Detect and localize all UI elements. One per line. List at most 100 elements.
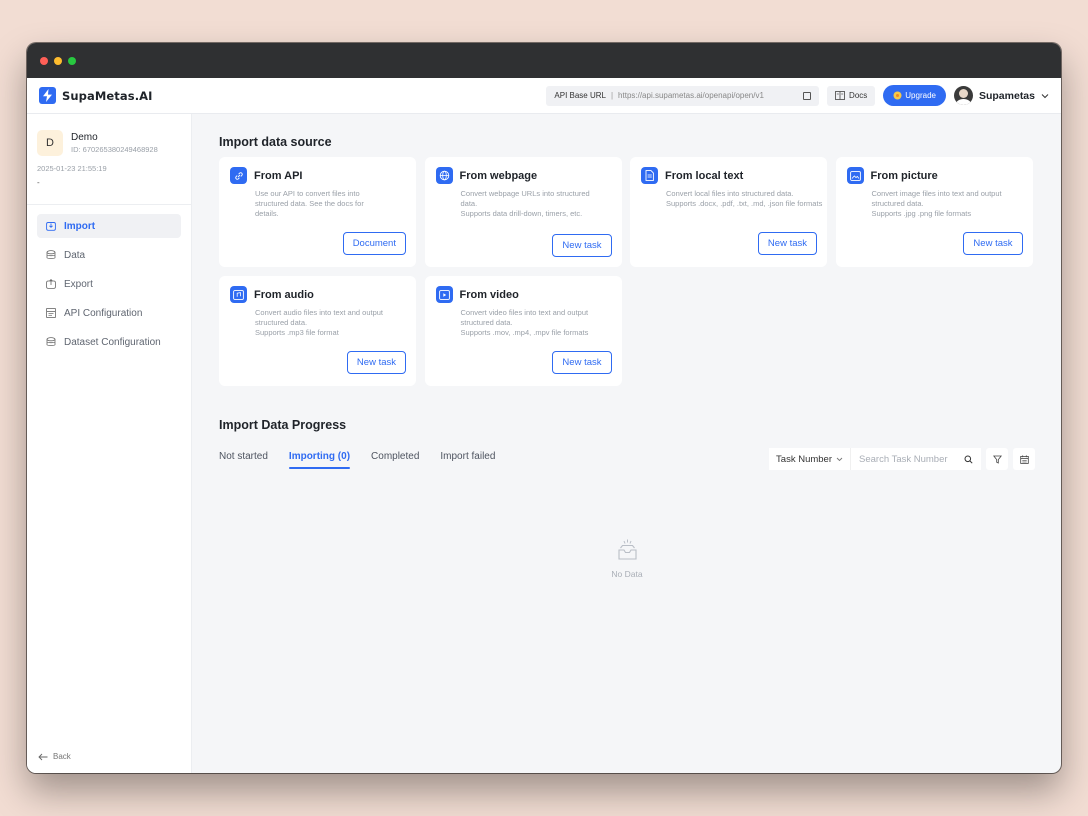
sidebar-nav: Import Data Export API Configuration Dat… (27, 214, 191, 354)
sidebar-item-import[interactable]: Import (37, 214, 181, 238)
tab-importing[interactable]: Importing (0) (288, 449, 351, 469)
progress-tabs-row: Not started Importing (0) Completed Impo… (219, 448, 1035, 470)
card-title: From audio (254, 288, 314, 301)
docs-button[interactable]: Docs (827, 85, 876, 106)
task-search-field[interactable]: Search Task Number (851, 448, 981, 470)
sidebar-item-label: Import (64, 220, 96, 232)
database-icon (46, 250, 56, 259)
import-section-title: Import data source (219, 135, 332, 149)
empty-state-text: No Data (611, 569, 643, 579)
close-window-button[interactable] (40, 56, 48, 65)
brand-name: SupaMetas.AI (62, 88, 153, 103)
tab-completed[interactable]: Completed (371, 449, 419, 469)
docs-button-label: Docs (849, 91, 868, 100)
sidebar-item-label: Export (64, 278, 93, 290)
chevron-down-icon (1041, 93, 1049, 98)
empty-inbox-icon (618, 539, 637, 560)
sidebar-item-label: Data (64, 249, 86, 261)
api-base-url-label: API Base URL (554, 91, 606, 100)
card-description: Convert video files into text and output… (460, 308, 589, 337)
calendar-button[interactable] (1013, 448, 1035, 470)
search-icon[interactable] (964, 455, 973, 464)
video-icon (435, 286, 453, 303)
card-description: Convert image files into text and output… (871, 189, 1002, 218)
task-number-select[interactable]: Task Number (769, 448, 851, 470)
copy-icon[interactable] (803, 91, 812, 100)
upgrade-button-label: Upgrade (905, 91, 936, 100)
document-icon (641, 167, 658, 184)
import-source-cards: From API Use our API to convert files in… (219, 157, 1035, 386)
workspace-extra: - (37, 178, 40, 187)
new-task-button[interactable]: New task (757, 232, 817, 255)
workspace-date: 2025-01-23 21:55:19 (37, 164, 107, 173)
workspace-name: Demo (71, 132, 98, 143)
api-base-url-value: https://api.supametas.ai/openapi/open/v1 (618, 91, 764, 100)
workspace-id: ID: 670265380249468928 (71, 145, 158, 154)
api-config-icon (46, 308, 56, 318)
card-from-video: From video Convert video files into text… (424, 276, 622, 386)
tab-not-started[interactable]: Not started (219, 449, 268, 469)
card-description: Use our API to convert files into struct… (255, 189, 364, 218)
card-title: From picture (870, 169, 938, 182)
empty-state: No Data (193, 539, 1061, 579)
sidebar-item-label: Dataset Configuration (64, 336, 161, 348)
sidebar-item-data[interactable]: Data (37, 243, 181, 267)
workspace-avatar: D (37, 130, 63, 156)
sidebar-item-export[interactable]: Export (37, 272, 181, 296)
audio-icon (230, 286, 247, 303)
new-task-button[interactable]: New task (552, 351, 612, 374)
filter-icon (992, 455, 1002, 464)
workspace-profile: D Demo ID: 670265380249468928 (27, 114, 191, 156)
import-icon (46, 222, 56, 231)
bolt-icon (39, 87, 56, 104)
task-search-input[interactable]: Search Task Number (859, 454, 948, 465)
card-title: From local text (665, 169, 744, 182)
card-from-picture: From picture Convert image files into te… (835, 157, 1033, 267)
new-task-button[interactable]: New task (552, 234, 612, 257)
arrow-left-icon (38, 753, 48, 760)
image-icon (846, 167, 864, 184)
card-title: From API (254, 169, 303, 182)
progress-section-title: Import Data Progress (219, 418, 347, 432)
sidebar-item-api-configuration[interactable]: API Configuration (37, 301, 181, 325)
top-navigation-bar: SupaMetas.AI API Base URL | https://api.… (27, 78, 1061, 114)
api-base-url-separator: | (610, 91, 614, 100)
sidebar-divider (27, 204, 191, 205)
brand-logo[interactable]: SupaMetas.AI (39, 87, 153, 104)
user-avatar (953, 86, 973, 105)
sidebar-item-label: API Configuration (64, 307, 143, 319)
maximize-window-button[interactable] (68, 56, 76, 65)
back-button[interactable]: Back (38, 752, 71, 761)
chevron-down-icon (836, 457, 843, 461)
rocket-icon (893, 91, 902, 100)
filter-button[interactable] (986, 448, 1008, 470)
card-title: From video (459, 288, 519, 301)
card-from-local-text: From local text Convert local files into… (630, 157, 827, 267)
window-titlebar (27, 43, 1061, 78)
card-description: Convert audio files into text and output… (255, 308, 383, 337)
tab-import-failed[interactable]: Import failed (440, 449, 495, 469)
new-task-button[interactable]: New task (963, 232, 1023, 255)
user-menu[interactable]: Supametas (953, 86, 1049, 105)
sidebar: D Demo ID: 670265380249468928 2025-01-23… (27, 114, 192, 773)
document-button[interactable]: Document (342, 232, 406, 255)
globe-icon (435, 167, 453, 184)
sidebar-item-dataset-configuration[interactable]: Dataset Configuration (37, 330, 181, 354)
back-button-label: Back (53, 752, 71, 761)
card-from-webpage: From webpage Convert webpage URLs into s… (424, 157, 622, 267)
progress-filters: Task Number Search Task Number (769, 448, 1035, 470)
upgrade-button[interactable]: Upgrade (883, 85, 946, 106)
card-from-api: From API Use our API to convert files in… (219, 157, 416, 267)
api-base-url-field: API Base URL | https://api.supametas.ai/… (546, 85, 820, 106)
card-description: Convert local files into structured data… (666, 189, 823, 208)
minimize-window-button[interactable] (54, 56, 62, 65)
dataset-config-icon (46, 337, 56, 346)
task-number-select-value: Task Number (776, 453, 832, 465)
book-icon (835, 91, 845, 100)
card-description: Convert webpage URLs into structured dat… (460, 189, 590, 218)
export-icon (46, 279, 56, 289)
card-from-audio: From audio Convert audio files into text… (219, 276, 416, 386)
new-task-button[interactable]: New task (346, 351, 406, 374)
main-content: Import data source From API Use our API … (193, 114, 1061, 773)
app-window: SupaMetas.AI API Base URL | https://api.… (27, 43, 1061, 773)
